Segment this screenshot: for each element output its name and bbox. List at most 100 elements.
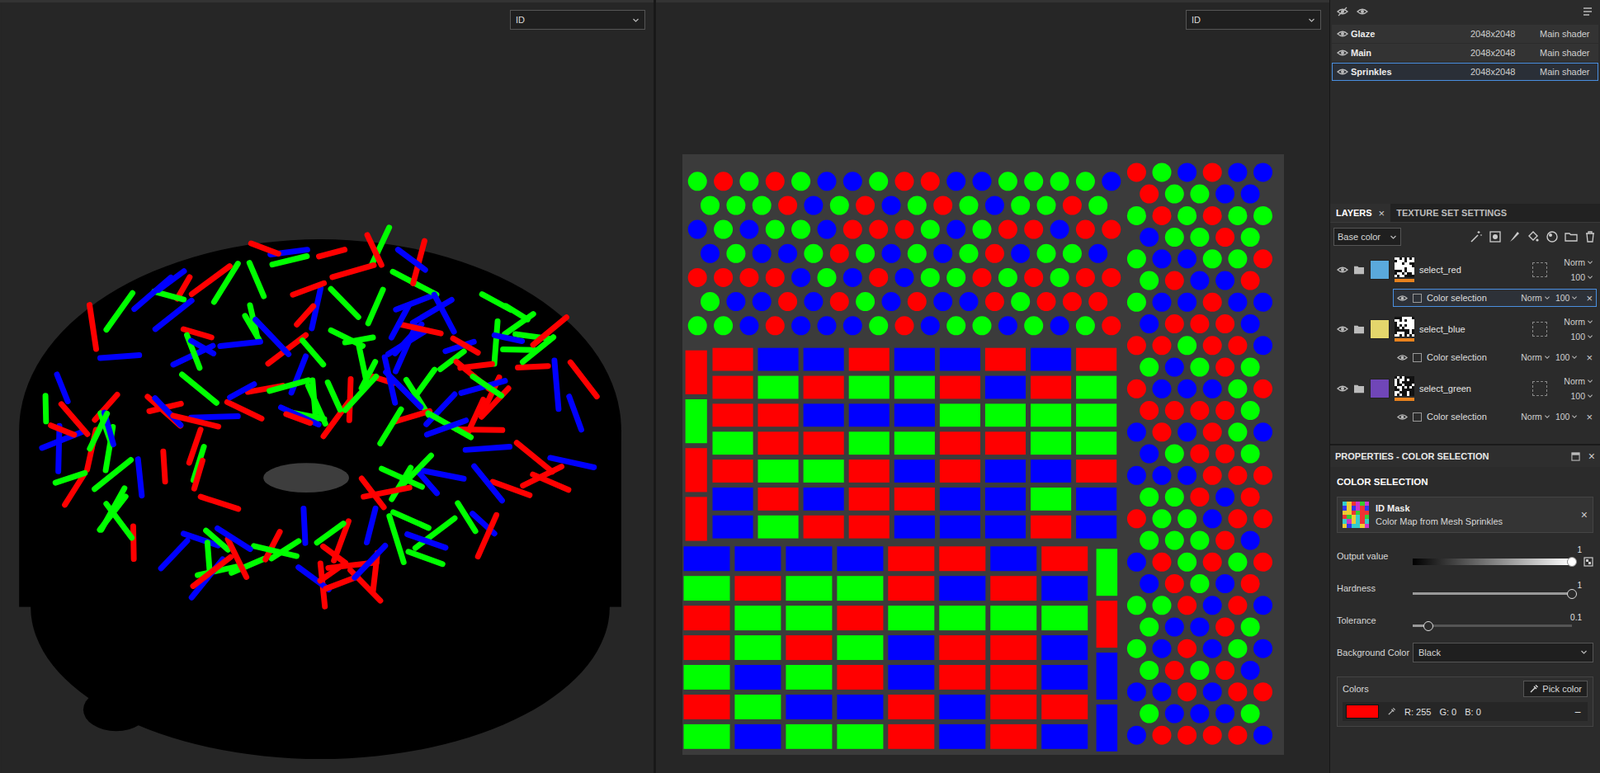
- slider-track[interactable]: [1412, 558, 1572, 566]
- slider-handle[interactable]: [1423, 621, 1434, 632]
- blend-mode-dropdown[interactable]: Norm: [1563, 316, 1594, 327]
- eye-icon[interactable]: [1397, 352, 1408, 364]
- opacity-dropdown[interactable]: 100: [1555, 352, 1579, 363]
- color-swatch[interactable]: [1345, 704, 1379, 719]
- layer-name: select_red: [1419, 264, 1528, 275]
- eye-icon[interactable]: [1397, 292, 1408, 304]
- add-mask-icon[interactable]: [1488, 230, 1502, 244]
- viewport-2d[interactable]: ID: [656, 0, 1330, 773]
- blend-mode-dropdown[interactable]: Norm: [1520, 411, 1551, 422]
- smart-material-icon[interactable]: [1545, 230, 1559, 244]
- parameter-label: Hardness: [1336, 583, 1413, 594]
- eye-icon[interactable]: [1336, 28, 1349, 40]
- layer-mask-slot[interactable]: [1532, 381, 1548, 397]
- texture-set-row[interactable]: Main2048x2048Main shader: [1331, 43, 1599, 62]
- texture-set-row[interactable]: Glaze2048x2048Main shader: [1331, 24, 1599, 43]
- slider-track[interactable]: [1412, 592, 1572, 595]
- layer-row[interactable]: select_green Norm 100: [1333, 369, 1597, 408]
- folder-icon[interactable]: [1353, 383, 1365, 394]
- texture-set-resolution: 2048x2048: [1470, 66, 1540, 77]
- layer-thumbnail-bar: [1394, 278, 1415, 283]
- layer-row[interactable]: select_blueNorm100: [1333, 310, 1597, 349]
- texture-set-name: Main: [1350, 47, 1471, 58]
- effect-row[interactable]: Color selectionNorm100×: [1392, 407, 1597, 426]
- eye-icon[interactable]: [1397, 411, 1408, 423]
- parameter-control: 1: [1412, 545, 1594, 567]
- magic-wand-icon[interactable]: [1469, 230, 1483, 244]
- id-mask-card[interactable]: ID MaskColor Map from Mesh Sprinkles ×: [1336, 496, 1594, 534]
- blend-mode-dropdown[interactable]: Norm: [1563, 376, 1594, 387]
- id-mask-text: ID MaskColor Map from Mesh Sprinkles: [1375, 503, 1575, 527]
- parameter-value: 0.1: [1412, 613, 1594, 623]
- layer-name: select_green: [1419, 383, 1528, 394]
- slider-handle[interactable]: [1566, 589, 1577, 600]
- viewport-3d[interactable]: ID: [0, 0, 654, 773]
- tab[interactable]: TEXTURE SET SETTINGS: [1390, 203, 1513, 222]
- effect-checkbox[interactable]: [1412, 353, 1422, 363]
- eye-icon[interactable]: [1336, 323, 1349, 336]
- texture-set-row[interactable]: Sprinkles2048x2048Main shader: [1331, 62, 1599, 81]
- tab[interactable]: LAYERS×: [1330, 203, 1391, 222]
- remove-color-button[interactable]: −: [1571, 705, 1585, 719]
- chevron-icon: [632, 17, 640, 24]
- properties-panel: PROPERTIES - COLOR SELECTION×COLOR SELEC…: [1330, 443, 1600, 773]
- properties-title: PROPERTIES - COLOR SELECTION: [1335, 451, 1563, 462]
- layer-thumbnail-wrap: [1394, 257, 1415, 283]
- color-green: G: 0: [1439, 707, 1457, 718]
- blend-mode-dropdown[interactable]: Norm: [1520, 352, 1551, 363]
- trash-icon[interactable]: [1583, 230, 1597, 244]
- eye-icon[interactable]: [1336, 382, 1349, 395]
- toolbar-icons: [1406, 230, 1597, 244]
- effect-row[interactable]: Color selectionNorm100×: [1392, 288, 1597, 307]
- opacity-dropdown[interactable]: 100: [1555, 292, 1579, 303]
- chevron-icon: [1586, 259, 1594, 265]
- layer-mask-slot[interactable]: [1532, 262, 1548, 278]
- layer-mask-slot[interactable]: [1532, 321, 1548, 337]
- eye-icon[interactable]: [1336, 264, 1349, 276]
- effect-row[interactable]: Color selectionNorm100×: [1392, 348, 1597, 367]
- slider-track[interactable]: [1412, 624, 1572, 628]
- menu-icon[interactable]: [1581, 5, 1594, 18]
- pick-color-button[interactable]: Pick color: [1523, 680, 1588, 698]
- opacity-dropdown[interactable]: 100: [1570, 272, 1594, 283]
- viewport-mode-dropdown[interactable]: ID: [1185, 9, 1322, 30]
- effect-close-button[interactable]: ×: [1585, 351, 1593, 364]
- slider-handle[interactable]: [1566, 556, 1577, 567]
- chevron-icon: [1580, 649, 1588, 656]
- eye-icon[interactable]: [1336, 66, 1349, 78]
- parameter-dropdown[interactable]: Black: [1412, 642, 1594, 663]
- folder-icon[interactable]: [1353, 324, 1365, 335]
- effect-checkbox[interactable]: [1412, 293, 1422, 303]
- maximize-icon[interactable]: [1571, 452, 1581, 462]
- viewport-mode-dropdown[interactable]: ID: [509, 9, 646, 30]
- tab-close-button[interactable]: ×: [1378, 207, 1386, 220]
- layer-row[interactable]: select_red Norm 100: [1333, 250, 1597, 289]
- properties-close-button[interactable]: ×: [1588, 449, 1596, 463]
- channel-dropdown[interactable]: Base color: [1333, 227, 1402, 246]
- chevron-icon: [1543, 414, 1551, 420]
- effect-close-button[interactable]: ×: [1585, 410, 1593, 424]
- effect-close-button[interactable]: ×: [1585, 292, 1593, 305]
- blend-mode-dropdown[interactable]: Norm: [1520, 292, 1551, 303]
- texture-set-shader: Main shader: [1539, 66, 1598, 77]
- opacity-dropdown[interactable]: 100: [1570, 331, 1594, 342]
- texture-set-shader: Main shader: [1539, 47, 1598, 58]
- opacity-dropdown[interactable]: 100: [1570, 391, 1594, 402]
- folder-icon[interactable]: [1564, 230, 1578, 244]
- eye-icon[interactable]: [1356, 5, 1369, 18]
- fill-bucket-icon[interactable]: [1526, 230, 1540, 244]
- chevron-icon: [1586, 393, 1594, 399]
- effect-checkbox[interactable]: [1412, 412, 1422, 422]
- blend-mode-dropdown[interactable]: Norm: [1563, 257, 1594, 268]
- eyedropper-icon[interactable]: [1387, 707, 1397, 717]
- gradient-options-icon[interactable]: [1583, 556, 1594, 567]
- parameter-control: 0.1: [1412, 613, 1594, 628]
- eye-icon[interactable]: [1336, 47, 1349, 59]
- opacity-dropdown[interactable]: 100: [1555, 411, 1579, 422]
- folder-icon[interactable]: [1353, 264, 1365, 275]
- parameter-row: Tolerance0.1: [1336, 604, 1594, 637]
- id-mask-remove-button[interactable]: ×: [1581, 508, 1588, 522]
- hidden-eye-icon[interactable]: [1336, 5, 1349, 18]
- brush-icon[interactable]: [1507, 230, 1521, 244]
- parameter-value: Black: [1418, 647, 1581, 658]
